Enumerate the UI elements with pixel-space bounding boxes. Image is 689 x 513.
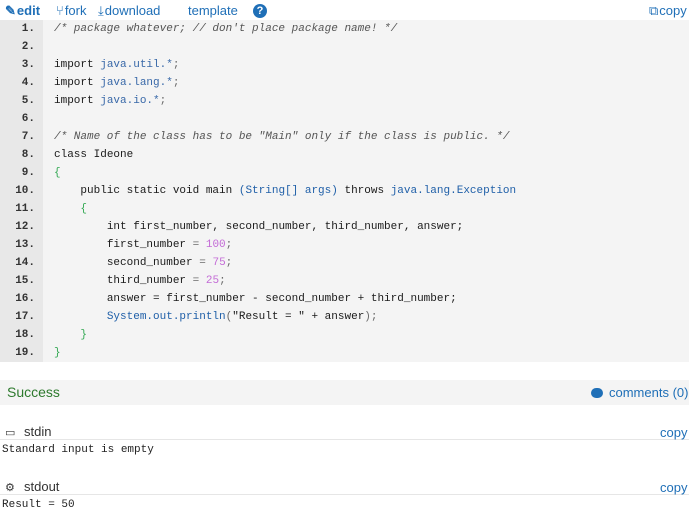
- edit-icon: ✎: [5, 3, 16, 18]
- fork-link[interactable]: ⑂fork: [56, 3, 86, 18]
- copy-icon: ⧉: [649, 3, 659, 18]
- stdout-header: ⚙ stdout copy: [0, 478, 689, 495]
- code-line: 9.{: [0, 164, 689, 182]
- line-number: 1.: [0, 20, 43, 38]
- gears-icon: ⚙: [5, 482, 15, 494]
- stdin-content: Standard input is empty: [2, 444, 154, 456]
- help-icon[interactable]: ?: [253, 4, 267, 18]
- line-number: 11.: [0, 200, 43, 218]
- code-line: 2.: [0, 38, 689, 56]
- code-line: 17. System.out.println("Result = " + ans…: [0, 308, 689, 326]
- code-line: 6.: [0, 110, 689, 128]
- code-lines: 1. /* package whatever; // don't place pa…: [0, 20, 689, 362]
- stdout-copy-link[interactable]: copy: [660, 480, 687, 495]
- comment: /* package whatever; // don't place pack…: [54, 23, 398, 35]
- code-viewer[interactable]: 1. /* package whatever; // don't place pa…: [0, 20, 689, 362]
- code-line: 1. /* package whatever; // don't place pa…: [0, 20, 689, 38]
- inbox-icon: ▭: [5, 427, 16, 439]
- fork-icon: ⑂: [56, 3, 64, 18]
- code-line: 14. second_number = 75;: [0, 254, 689, 272]
- line-number: 8.: [0, 146, 43, 164]
- toolbar: ✎edit ⑂fork ⤓download template ? ⧉copy: [0, 0, 689, 20]
- edit-link[interactable]: ✎edit: [5, 3, 40, 19]
- line-number: 14.: [0, 254, 43, 272]
- stdin-header: ▭ stdin copy: [0, 423, 689, 440]
- code-line: 11. {: [0, 200, 689, 218]
- stdout-title: stdout: [24, 479, 60, 494]
- result-status: Success: [7, 384, 60, 400]
- result-status-bar: Success comments (0): [0, 380, 689, 405]
- code-line: 12. int first_number, second_number, thi…: [0, 218, 689, 236]
- line-number: 7.: [0, 128, 43, 146]
- line-number: 9.: [0, 164, 43, 182]
- line-number: 4.: [0, 74, 43, 92]
- comments-link[interactable]: comments (0): [591, 385, 688, 400]
- line-number: 16.: [0, 290, 43, 308]
- code-line: 3. import java.util.*;: [0, 56, 689, 74]
- comment-bubble-icon: [591, 388, 603, 398]
- code-line: 4. import java.lang.*;: [0, 74, 689, 92]
- code-line: 7. /* Name of the class has to be "Main" …: [0, 128, 689, 146]
- line-number: 18.: [0, 326, 43, 344]
- line-number: 19.: [0, 344, 43, 362]
- line-number: 2.: [0, 38, 43, 56]
- line-number: 3.: [0, 56, 43, 74]
- stdin-copy-link[interactable]: copy: [660, 425, 687, 440]
- line-number: 12.: [0, 218, 43, 236]
- code-line: 16. answer = first_number - second_numbe…: [0, 290, 689, 308]
- code-line: 19.}: [0, 344, 689, 362]
- stdin-title: stdin: [24, 424, 52, 439]
- download-icon: ⤓: [98, 3, 104, 18]
- code-line: 15. third_number = 25;: [0, 272, 689, 290]
- code-line: 5. import java.io.*;: [0, 92, 689, 110]
- copy-code-link[interactable]: ⧉copy: [649, 3, 687, 19]
- code-line: 13. first_number = 100;: [0, 236, 689, 254]
- comment: /* Name of the class has to be "Main" on…: [54, 131, 510, 143]
- line-number: 5.: [0, 92, 43, 110]
- line-number: 15.: [0, 272, 43, 290]
- stdout-content: Result = 50: [2, 499, 75, 511]
- line-number: 17.: [0, 308, 43, 326]
- code-line: 18. }: [0, 326, 689, 344]
- code-line: 8. class Ideone: [0, 146, 689, 164]
- template-link[interactable]: template: [188, 3, 238, 18]
- download-link[interactable]: ⤓download: [98, 3, 160, 19]
- line-number: 10.: [0, 182, 43, 200]
- line-number: 6.: [0, 110, 43, 128]
- code-line: 10. public static void main (String[] ar…: [0, 182, 689, 200]
- line-number: 13.: [0, 236, 43, 254]
